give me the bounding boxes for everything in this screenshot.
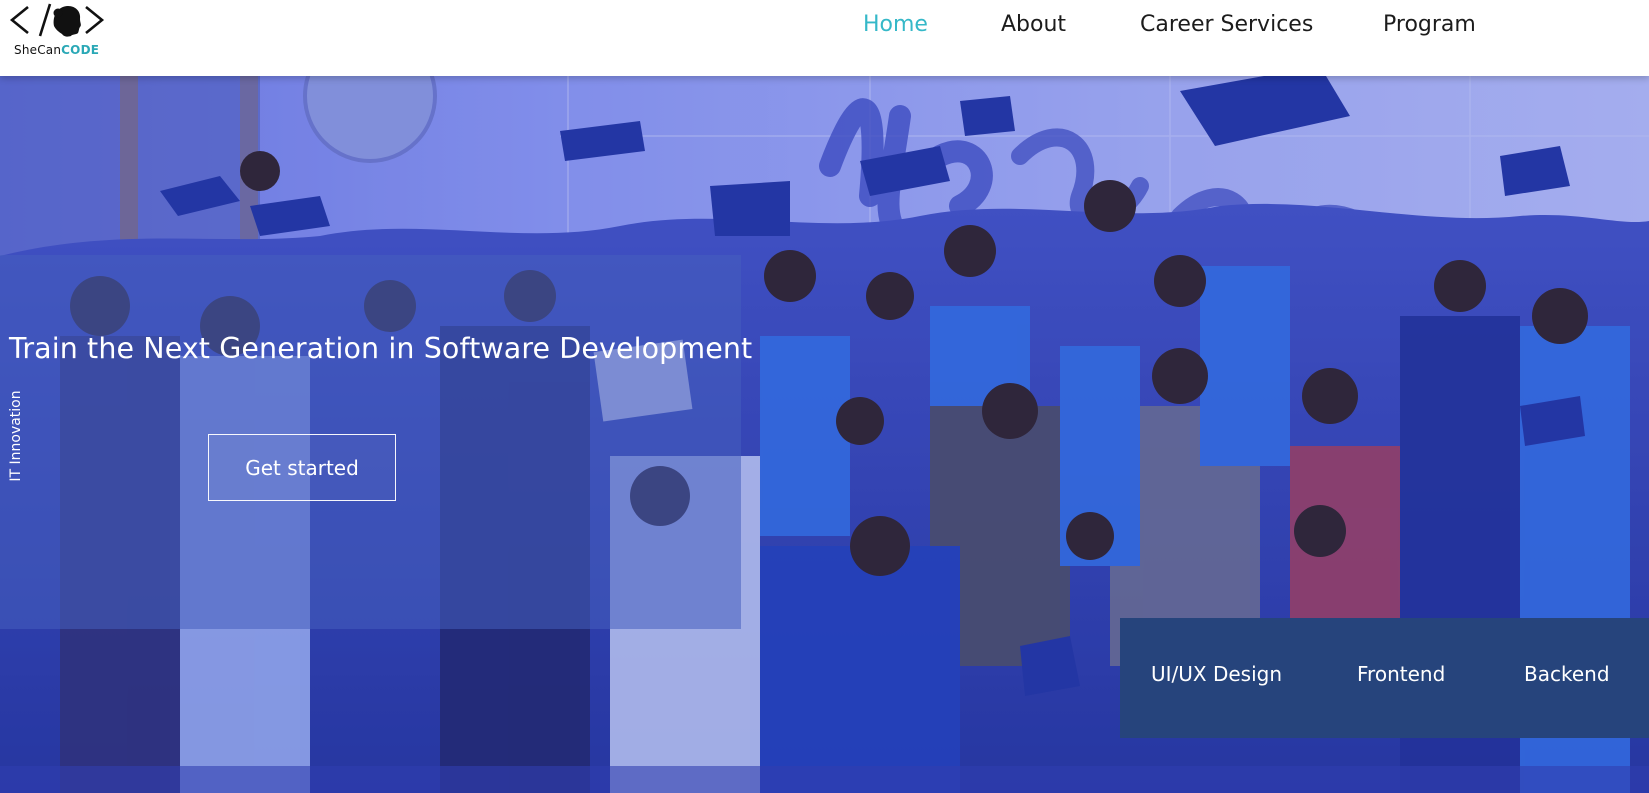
nav-career-services[interactable]: Career Services (1140, 12, 1313, 37)
main-nav: Home About Career Services Program (0, 0, 1649, 52)
it-innovation-side-label: IT Innovation (8, 390, 24, 482)
nav-about[interactable]: About (1001, 12, 1066, 37)
hero-section: IT Innovation Train the Next Generation … (0, 76, 1649, 793)
track-frontend[interactable]: Frontend (1357, 662, 1445, 686)
track-backend[interactable]: Backend (1524, 662, 1610, 686)
track-ui-ux-design[interactable]: UI/UX Design (1151, 662, 1282, 686)
hero-title: Train the Next Generation in Software De… (9, 332, 753, 365)
get-started-button[interactable]: Get started (208, 434, 396, 501)
program-tracks-panel: UI/UX Design Frontend Backend (1120, 618, 1649, 738)
nav-program[interactable]: Program (1383, 12, 1476, 37)
nav-home[interactable]: Home (863, 12, 928, 37)
site-header: SheCanCODE Home About Career Services Pr… (0, 0, 1649, 76)
